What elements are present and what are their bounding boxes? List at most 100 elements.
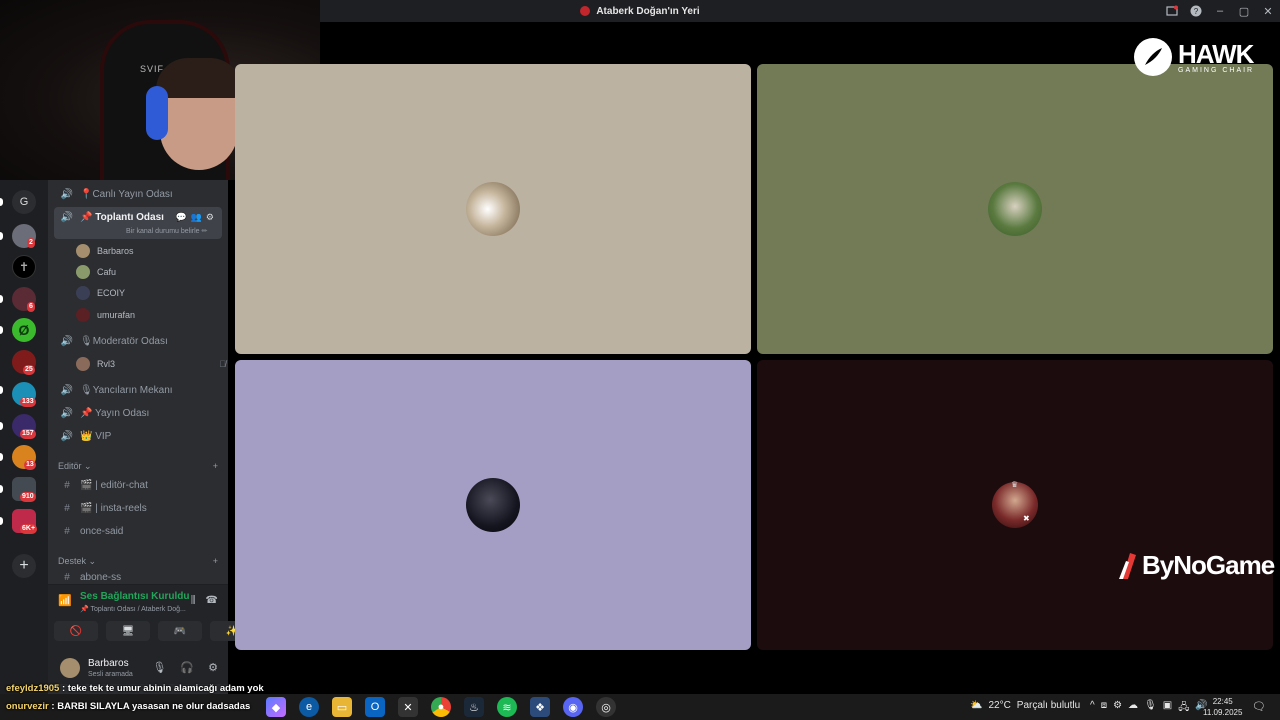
- voice-panel-actions: ⫼ ☎: [191, 595, 218, 606]
- crown-icon: ♛: [1011, 480, 1019, 489]
- network-icon[interactable]: 🖧: [1178, 700, 1189, 717]
- camera-off-button[interactable]: 🚫: [54, 621, 98, 641]
- voice-member[interactable]: Rvl3 🎙̸: [76, 354, 226, 374]
- window-title: Ataberk Doğan'ın Yeri: [580, 6, 700, 17]
- server-badge: 6: [27, 302, 35, 312]
- chat-icon[interactable]: 💬: [175, 212, 186, 223]
- spotify-icon[interactable]: ≋: [497, 697, 517, 717]
- mute-icon: ✖: [1023, 514, 1030, 523]
- speaker-icon: 🔊: [60, 430, 74, 442]
- tray-app-icon[interactable]: ⧈: [1101, 700, 1107, 717]
- chat-text: : teke tek te umur abinin alamicağı adam…: [59, 683, 264, 694]
- speaker-icon: 🔊: [60, 407, 74, 419]
- channel-label: 📌 Yayın Odası: [80, 407, 150, 419]
- add-channel-icon[interactable]: +: [213, 556, 218, 567]
- video-tile[interactable]: [235, 64, 751, 354]
- voice-status-panel: 📶 Ses Bağlantısı Kuruldu 📌 Toplantı Odas…: [48, 584, 254, 652]
- screen-share-button[interactable]: 🖥: [106, 621, 150, 641]
- headset: [146, 86, 168, 140]
- avatar[interactable]: [60, 658, 80, 678]
- microphone-icon[interactable]: 🎙: [152, 661, 166, 674]
- outlook-icon[interactable]: O: [365, 697, 385, 717]
- text-channel-insta-reels[interactable]: # 🎬 | insta-reels: [54, 498, 222, 518]
- voice-channel-canli-yayin[interactable]: 🔊 📍Canlı Yayın Odası: [54, 184, 222, 204]
- inbox-icon[interactable]: [1160, 0, 1184, 22]
- microphone-icon[interactable]: 🎙: [1144, 700, 1157, 717]
- steam-icon[interactable]: ♨: [464, 697, 484, 717]
- copilot-icon[interactable]: ◆: [266, 697, 286, 717]
- category-destek[interactable]: Destek ⌄ +: [58, 556, 218, 567]
- tray-app-icon[interactable]: ☁: [1128, 700, 1138, 717]
- obs-icon[interactable]: ◎: [596, 697, 616, 717]
- window-controls: ? – ▢ ✕: [1160, 0, 1280, 22]
- add-channel-icon[interactable]: +: [213, 461, 218, 472]
- voice-member[interactable]: umurafan: [76, 305, 135, 325]
- gear-icon[interactable]: ⚙: [206, 212, 214, 223]
- add-server-icon[interactable]: +: [12, 554, 36, 578]
- voice-status-title[interactable]: Ses Bağlantısı Kuruldu: [80, 591, 189, 602]
- app-icon[interactable]: ❖: [530, 697, 550, 717]
- user-status: Sesli aramada: [88, 671, 133, 678]
- invite-icon[interactable]: 👥: [191, 212, 202, 223]
- channel-label: 📍Canlı Yayın Odası: [80, 188, 173, 200]
- discord-icon[interactable]: ◉: [563, 697, 583, 717]
- chrome-icon[interactable]: ●: [431, 697, 451, 717]
- user-panel: Barbaros Sesli aramada 🎙 🎧 ⚙: [48, 652, 228, 684]
- file-explorer-icon[interactable]: ▭: [332, 697, 352, 717]
- voice-status-subtitle[interactable]: 📌 Toplantı Odası / Ataberk Doğ...: [80, 605, 186, 613]
- avatar: [76, 244, 90, 258]
- tray-app-icon[interactable]: ⚙: [1113, 700, 1122, 717]
- activity-button[interactable]: 🎮: [158, 621, 202, 641]
- member-name: ECOIY: [97, 288, 126, 298]
- maximize-button[interactable]: ▢: [1232, 5, 1256, 18]
- clock[interactable]: 22:45 11.09.2025: [1203, 696, 1242, 718]
- voice-channel-vip[interactable]: 🔊 👑 VIP: [54, 426, 222, 446]
- chat-username: onurvezir: [6, 701, 49, 712]
- text-channel-once-said[interactable]: # once-said: [54, 521, 222, 541]
- voice-member[interactable]: Cafu: [76, 262, 116, 282]
- screen-share-icon: 🖥: [121, 625, 135, 637]
- close-button[interactable]: ✕: [1256, 5, 1280, 18]
- hawk-brand: HAWK: [1178, 38, 1254, 69]
- voice-channel-moderator[interactable]: 🔊 🎙Moderatör Odası: [54, 331, 222, 351]
- category-editor[interactable]: Editör ⌄ +: [58, 461, 218, 472]
- category-label: Editör: [58, 461, 82, 471]
- channel-label: 🎙Yancıların Mekanı: [80, 384, 173, 396]
- hawk-tagline: GAMING CHAIR: [1178, 66, 1255, 74]
- server-icon-cross[interactable]: ✝: [12, 255, 36, 279]
- chat-message: onurvezir : BARBI SILAYLA yasasan ne olu…: [6, 701, 250, 712]
- avatar: [76, 308, 90, 322]
- bynogame-mark-icon: [1119, 552, 1136, 579]
- channel-status[interactable]: Bir kanal durumu belirle ✏: [126, 227, 207, 235]
- video-tile[interactable]: [757, 64, 1273, 354]
- tray-app-icon[interactable]: ▣: [1163, 700, 1172, 717]
- disconnect-icon[interactable]: ☎: [206, 595, 218, 606]
- unread-pill: [0, 198, 3, 206]
- noise-suppression-icon[interactable]: ⫼: [191, 595, 196, 606]
- user-name[interactable]: Barbaros: [88, 658, 129, 669]
- gear-icon[interactable]: ⚙: [208, 661, 218, 674]
- chevron-up-icon[interactable]: ^: [1090, 700, 1095, 717]
- help-icon[interactable]: ?: [1184, 0, 1208, 22]
- text-channel-abone-ss[interactable]: # abone-ss: [54, 570, 222, 584]
- headphones-icon[interactable]: 🎧: [180, 661, 194, 674]
- notification-icon[interactable]: 🗨: [1252, 700, 1266, 713]
- video-tile[interactable]: [235, 360, 751, 650]
- text-channel-editor-chat[interactable]: # 🎬 | editör-chat: [54, 475, 222, 495]
- video-tile[interactable]: ✖ ♛: [757, 360, 1273, 650]
- weather-widget[interactable]: ⛅ 22°C Parçalı bulutlu: [970, 700, 1080, 711]
- server-icon-green[interactable]: Ø: [12, 318, 36, 342]
- server-icon-g[interactable]: G: [12, 190, 36, 214]
- voice-member[interactable]: Barbaros: [76, 241, 134, 261]
- voice-channel-yancilar[interactable]: 🔊 🎙Yancıların Mekanı: [54, 380, 222, 400]
- avatar: [466, 478, 520, 532]
- voice-member[interactable]: ECOIY: [76, 283, 125, 303]
- xbox-icon[interactable]: ✕: [398, 697, 418, 717]
- streamer-hair: [156, 58, 242, 98]
- server-badge: 6K+: [20, 524, 38, 534]
- edge-icon[interactable]: e: [299, 697, 319, 717]
- voice-channel-yayin[interactable]: 🔊 📌 Yayın Odası: [54, 403, 222, 423]
- minimize-button[interactable]: –: [1208, 5, 1232, 17]
- weather-temp: 22°C: [988, 700, 1011, 711]
- signal-icon[interactable]: 📶: [58, 594, 72, 607]
